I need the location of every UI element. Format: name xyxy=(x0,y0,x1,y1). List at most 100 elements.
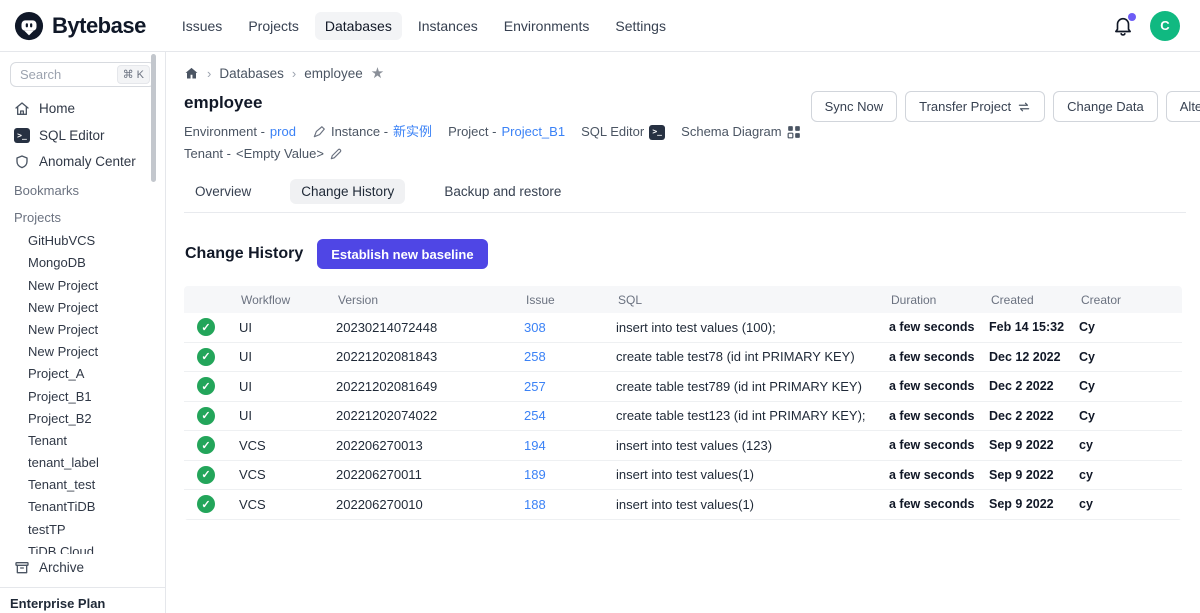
sidebar-item-anomaly-center[interactable]: Anomaly Center xyxy=(0,149,165,176)
nav-item[interactable]: Settings xyxy=(605,12,676,40)
sidebar-bottom: Archive Enterprise Plan xyxy=(0,554,165,613)
favorite-star-icon[interactable]: ★ xyxy=(371,66,384,81)
environment-link[interactable]: prod xyxy=(270,121,296,143)
sidebar-project-item[interactable]: Tenant_test xyxy=(0,473,165,495)
page-title: employee xyxy=(184,93,811,113)
terminal-icon: >_ xyxy=(14,127,30,143)
database-tabs: Overview Change History Backup and restore xyxy=(184,179,1186,213)
version-cell: 20221202081649 xyxy=(336,379,524,394)
version-cell: 20221202081843 xyxy=(336,349,524,364)
sidebar-item-sql-editor[interactable]: >_ SQL Editor xyxy=(0,122,165,149)
sync-now-button[interactable]: Sync Now xyxy=(811,91,898,122)
tab[interactable]: Overview xyxy=(184,179,262,204)
issue-cell: 257 xyxy=(524,379,616,394)
status-cell: ✓ xyxy=(184,407,239,425)
sidebar-item-home[interactable]: Home xyxy=(0,95,165,122)
workflow-cell: UI xyxy=(239,320,336,335)
sidebar-project-item[interactable]: Project_B1 xyxy=(0,385,165,407)
alter-schema-button[interactable]: Alter Schema xyxy=(1166,91,1200,122)
issue-cell: 254 xyxy=(524,408,616,423)
database-meta: Environment - prod Instance - 新实例 Projec… xyxy=(184,121,811,165)
nav-item[interactable]: Environments xyxy=(494,12,600,40)
issue-link[interactable]: 257 xyxy=(524,379,546,394)
nav-item[interactable]: Projects xyxy=(238,12,309,40)
notifications-button[interactable] xyxy=(1112,15,1134,37)
issue-link[interactable]: 308 xyxy=(524,320,546,335)
status-cell: ✓ xyxy=(184,348,239,366)
change-history-table: Workflow Version Issue SQL Duration Crea… xyxy=(184,286,1182,520)
sidebar-project-item[interactable]: New Project xyxy=(0,318,165,340)
nav-item[interactable]: Instances xyxy=(408,12,488,40)
sidebar-project-item[interactable]: TiDB Cloud xyxy=(0,540,165,554)
search-input[interactable] xyxy=(20,67,106,82)
sidebar-project-item[interactable]: tenant_label xyxy=(0,451,165,473)
sidebar-scrollbar[interactable] xyxy=(151,54,156,182)
meta-instance: Instance - 新实例 xyxy=(312,121,432,143)
table-row[interactable]: ✓ UI 20230214072448 308 insert into test… xyxy=(184,313,1182,343)
sidebar-project-item[interactable]: MongoDB xyxy=(0,251,165,273)
page-header-left: employee Environment - prod Instance - xyxy=(184,81,811,165)
sidebar-item-archive[interactable]: Archive xyxy=(0,554,165,581)
breadcrumb-home-button[interactable] xyxy=(184,66,199,81)
sidebar-project-item[interactable]: Project_A xyxy=(0,362,165,384)
edit-pencil-icon[interactable] xyxy=(329,147,343,161)
notification-badge xyxy=(1128,13,1136,21)
sidebar: ⌘ K Home >_ SQL Editor Anomaly Center Bo… xyxy=(0,52,166,613)
page-header: employee Environment - prod Instance - xyxy=(184,81,1186,165)
diagram-icon xyxy=(787,125,801,139)
bytebase-logo[interactable]: Bytebase xyxy=(14,11,146,41)
bytebase-logo-icon xyxy=(14,11,44,41)
instance-link[interactable]: 新实例 xyxy=(393,121,432,143)
establish-baseline-button[interactable]: Establish new baseline xyxy=(317,239,487,269)
tenant-value: <Empty Value> xyxy=(236,143,324,165)
sidebar-project-item[interactable]: Tenant xyxy=(0,429,165,451)
search-box[interactable]: ⌘ K xyxy=(10,62,155,87)
table-header: Workflow Version Issue SQL Duration Crea… xyxy=(184,286,1182,313)
created-cell: Dec 2 2022 xyxy=(989,379,1079,393)
creator-cell: cy xyxy=(1079,497,1182,511)
column-created: Created xyxy=(989,293,1079,307)
status-cell: ✓ xyxy=(184,436,239,454)
table-row[interactable]: ✓ UI 20221202081843 258 create table tes… xyxy=(184,343,1182,373)
table-row[interactable]: ✓ UI 20221202074022 254 create table tes… xyxy=(184,402,1182,432)
issue-link[interactable]: 258 xyxy=(524,349,546,364)
nav-item[interactable]: Databases xyxy=(315,12,402,40)
table-row[interactable]: ✓ VCS 202206270013 194 insert into test … xyxy=(184,431,1182,461)
issue-link[interactable]: 188 xyxy=(524,497,546,512)
table-row[interactable]: ✓ VCS 202206270010 188 insert into test … xyxy=(184,490,1182,520)
tab[interactable]: Change History xyxy=(290,179,405,204)
schema-diagram-link[interactable]: Schema Diagram xyxy=(681,121,800,143)
table-row[interactable]: ✓ UI 20221202081649 257 create table tes… xyxy=(184,372,1182,402)
table-row[interactable]: ✓ VCS 202206270011 189 insert into test … xyxy=(184,461,1182,491)
success-check-icon: ✓ xyxy=(197,377,215,395)
success-check-icon: ✓ xyxy=(197,407,215,425)
brand-name: Bytebase xyxy=(52,13,146,39)
sidebar-project-item[interactable]: TenantTiDB xyxy=(0,495,165,517)
breadcrumb-databases[interactable]: Databases xyxy=(219,66,284,81)
sidebar-project-item[interactable]: New Project xyxy=(0,296,165,318)
column-issue: Issue xyxy=(524,293,616,307)
tab[interactable]: Backup and restore xyxy=(433,179,572,204)
issue-link[interactable]: 189 xyxy=(524,467,546,482)
page-actions: Sync Now Transfer Project Change Data Al… xyxy=(811,91,1200,122)
change-data-button[interactable]: Change Data xyxy=(1053,91,1158,122)
main-nav: IssuesProjectsDatabasesInstancesEnvironm… xyxy=(172,12,676,40)
issue-link[interactable]: 254 xyxy=(524,408,546,423)
sql-editor-link[interactable]: SQL Editor >_ xyxy=(581,121,665,143)
sidebar-project-item[interactable]: GitHubVCS xyxy=(0,229,165,251)
sidebar-project-item[interactable]: New Project xyxy=(0,340,165,362)
archive-icon xyxy=(14,560,30,576)
breadcrumb: › Databases › employee ★ xyxy=(184,52,1186,81)
issue-link[interactable]: 194 xyxy=(524,438,546,453)
project-link[interactable]: Project_B1 xyxy=(501,121,565,143)
transfer-project-button[interactable]: Transfer Project xyxy=(905,91,1045,122)
sidebar-project-item[interactable]: New Project xyxy=(0,274,165,296)
issue-cell: 189 xyxy=(524,467,616,482)
sidebar-project-item[interactable]: testTP xyxy=(0,518,165,540)
user-avatar[interactable]: C xyxy=(1150,11,1180,41)
sql-cell: create table test123 (id int PRIMARY KEY… xyxy=(616,408,889,423)
status-cell: ✓ xyxy=(184,318,239,336)
sidebar-project-item[interactable]: Project_B2 xyxy=(0,407,165,429)
nav-item[interactable]: Issues xyxy=(172,12,232,40)
workflow-cell: UI xyxy=(239,408,336,423)
